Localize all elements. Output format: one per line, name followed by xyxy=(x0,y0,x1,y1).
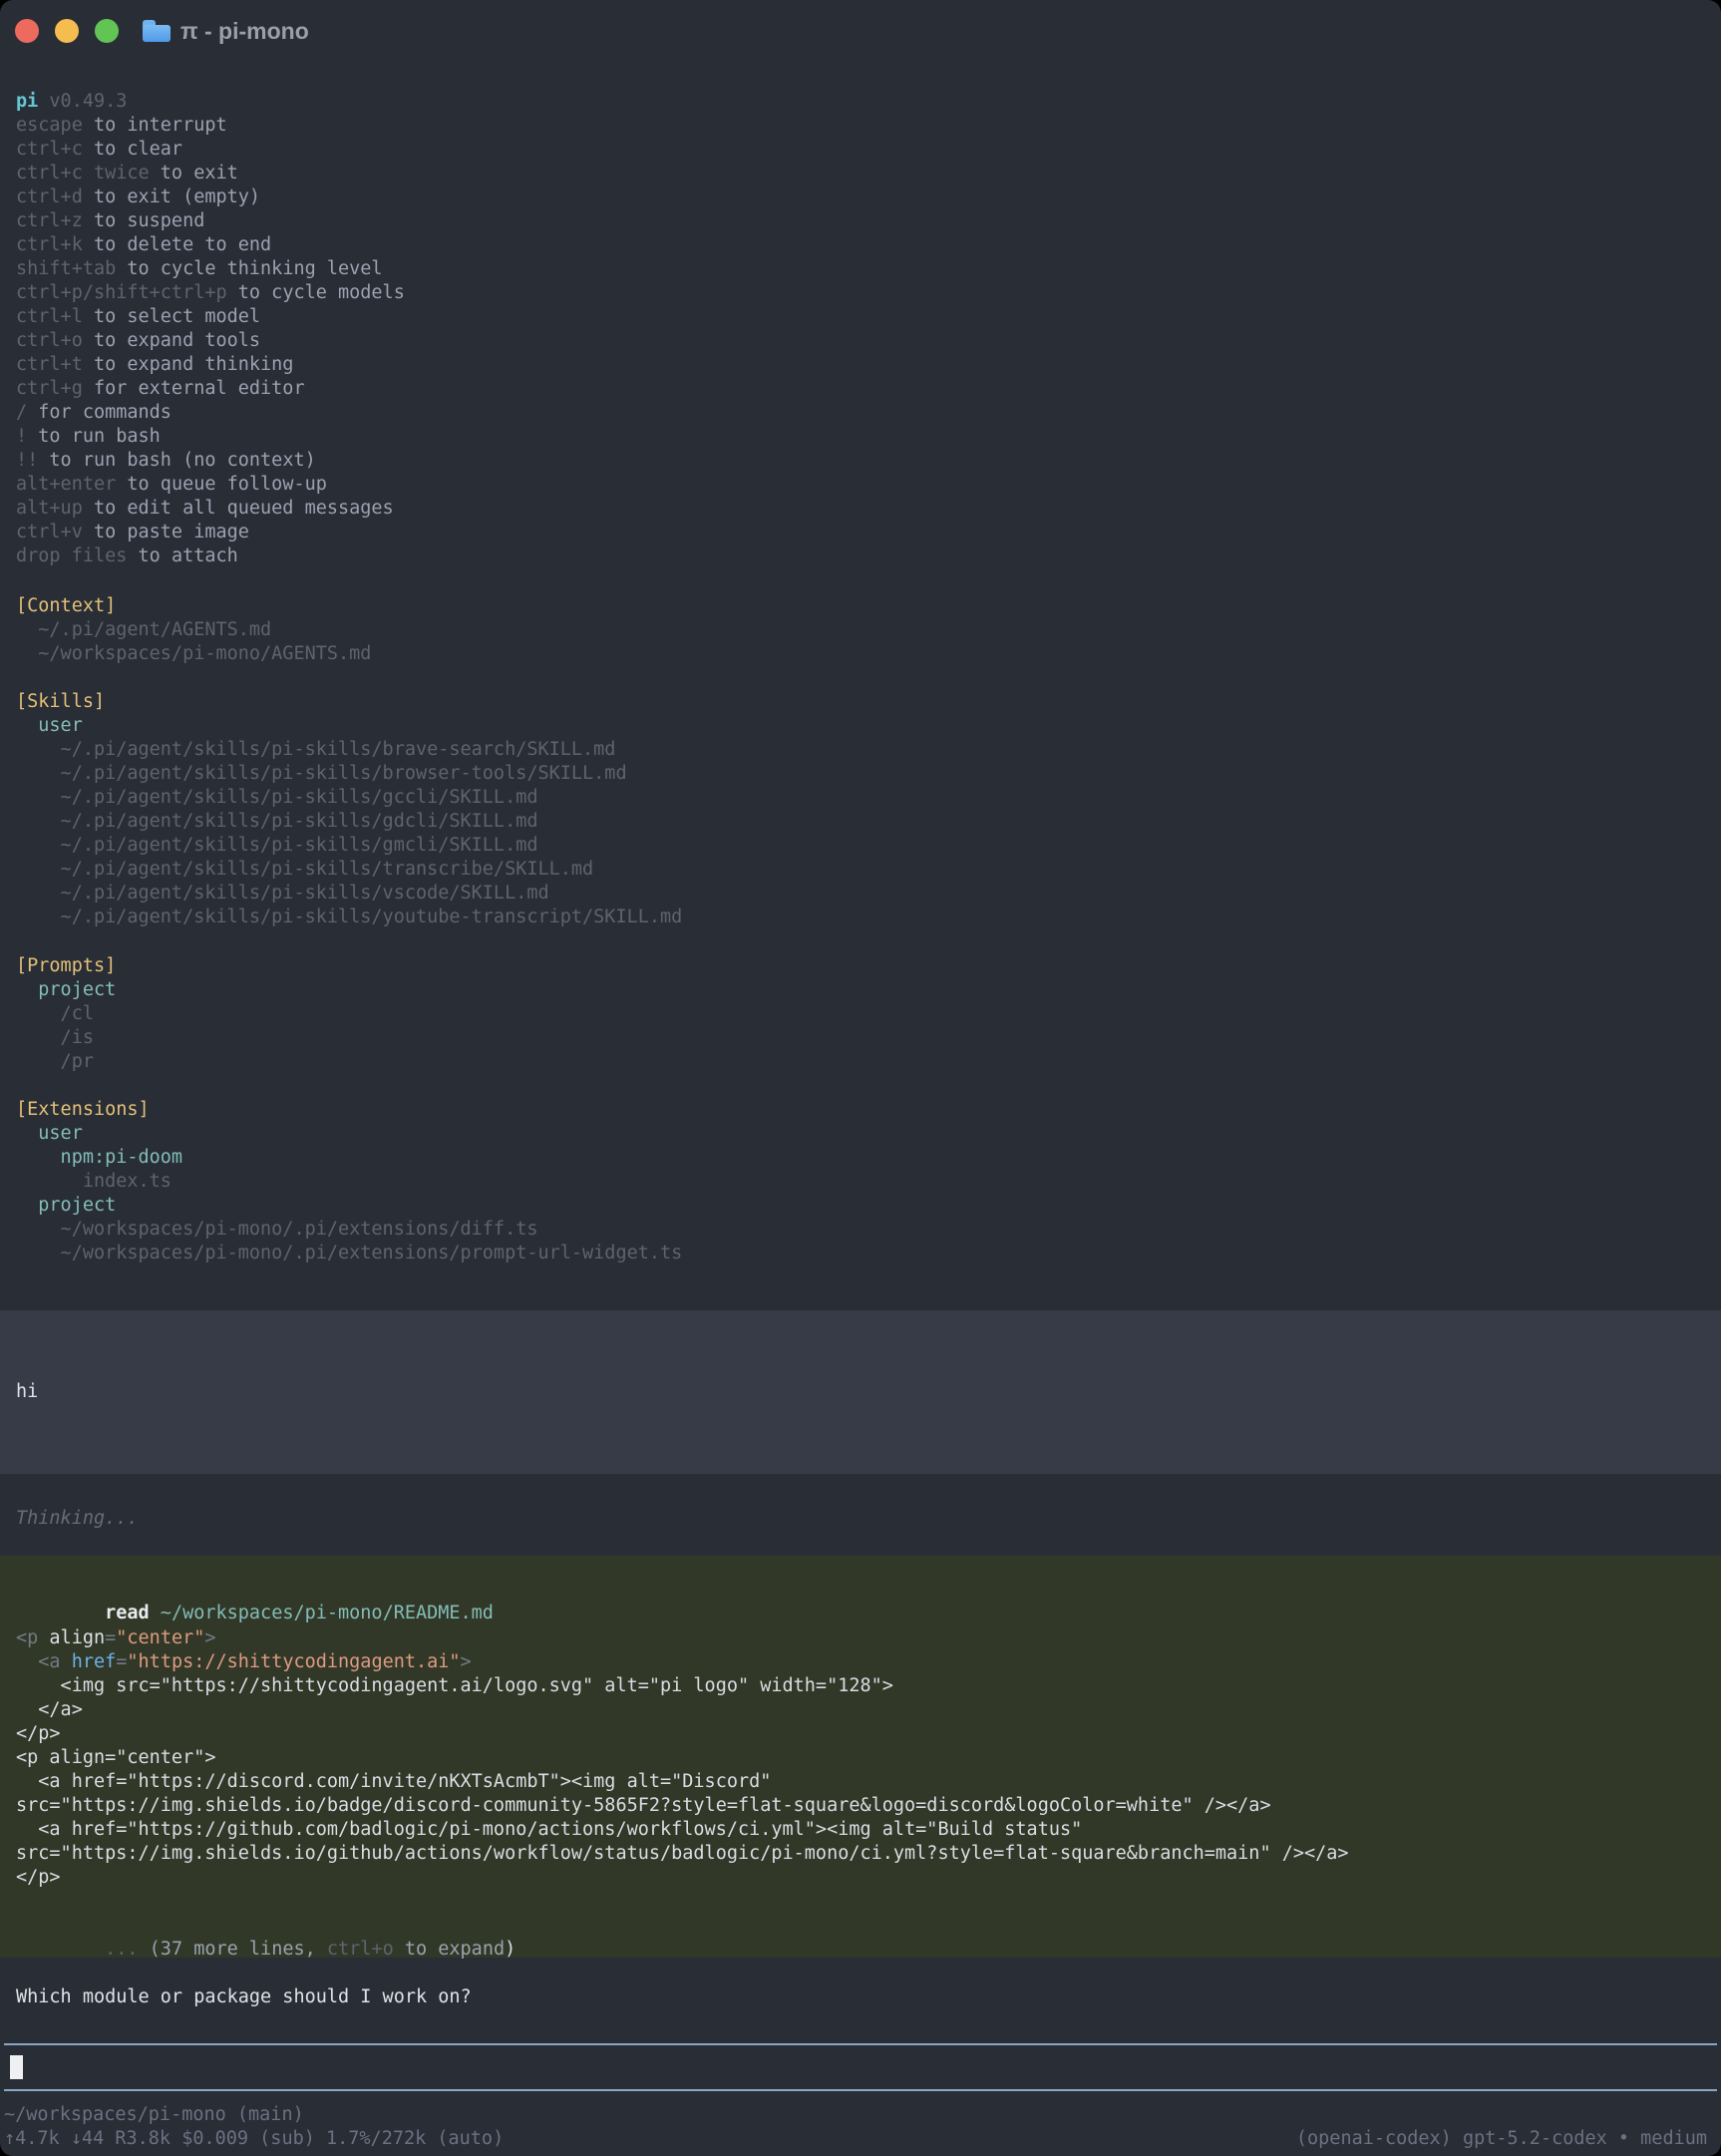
code-line: src="https://img.shields.io/badge/discor… xyxy=(16,1794,1705,1818)
skill-line: ~/.pi/agent/skills/pi-skills/gccli/SKILL… xyxy=(16,786,1705,810)
user-message-text: hi xyxy=(16,1380,1705,1404)
code-line: <img src="https://shittycodingagent.ai/l… xyxy=(16,1674,1705,1698)
banner-line: !! to run bash (no context) xyxy=(16,449,1705,473)
expand-hint-segments: ... (37 more lines, ctrl+o to expand) xyxy=(105,1939,516,1960)
startup-banner: pi v0.49.3escape to interruptctrl+c to c… xyxy=(0,90,1721,568)
skill-line: ~/.pi/agent/skills/pi-skills/transcribe/… xyxy=(16,858,1705,882)
zoom-button[interactable] xyxy=(95,19,119,43)
model-indicator: (openai-codex) gpt-5.2-codex • medium xyxy=(1296,2127,1707,2151)
statusbar: ~/workspaces/pi-mono (main) ↑4.7k ↓44 R3… xyxy=(0,2103,1721,2151)
code-line: </p> xyxy=(16,1722,1705,1746)
banner-line: alt+enter to queue follow-up xyxy=(16,473,1705,497)
expand-hint: ... (37 more lines, ctrl+o to expand) xyxy=(16,1914,1705,1938)
code-line: <a href="https://shittycodingagent.ai"> xyxy=(16,1650,1705,1674)
skills-section: [Skills] user ~/.pi/agent/skills/pi-skil… xyxy=(0,690,1721,929)
skill-line: ~/.pi/agent/skills/pi-skills/browser-too… xyxy=(16,762,1705,786)
banner-line: ctrl+l to select model xyxy=(16,305,1705,329)
prompt-line: [Prompts] xyxy=(16,954,1705,978)
extension-line: [Extensions] xyxy=(16,1098,1705,1122)
skill-line: ~/.pi/agent/skills/pi-skills/brave-searc… xyxy=(16,738,1705,762)
code-line: <p align="center"> xyxy=(16,1626,1705,1650)
titlebar[interactable]: π - pi-mono xyxy=(0,0,1721,62)
prompts-section: [Prompts] project /cl /is /pr xyxy=(0,954,1721,1074)
code-line: </p> xyxy=(16,1866,1705,1890)
banner-line: ctrl+t to expand thinking xyxy=(16,353,1705,377)
tool-header: read ~/workspaces/pi-mono/README.md xyxy=(16,1578,1705,1602)
banner-line: ctrl+o to expand tools xyxy=(16,329,1705,353)
thinking-indicator: Thinking... xyxy=(0,1507,1721,1531)
folder-icon xyxy=(143,20,171,42)
extension-line: user xyxy=(16,1122,1705,1146)
banner-line: ! to run bash xyxy=(16,425,1705,449)
context-section: [Context] ~/.pi/agent/AGENTS.md ~/worksp… xyxy=(0,594,1721,666)
skill-line: ~/.pi/agent/skills/pi-skills/gdcli/SKILL… xyxy=(16,810,1705,834)
user-message: hi xyxy=(0,1310,1721,1474)
extension-line: ~/workspaces/pi-mono/.pi/extensions/prom… xyxy=(16,1242,1705,1265)
banner-line: pi v0.49.3 xyxy=(16,90,1705,114)
minimize-button[interactable] xyxy=(55,19,79,43)
token-usage-stats: ↑4.7k ↓44 R3.8k $0.009 (sub) 1.7%/272k (… xyxy=(4,2127,504,2151)
prompt-line: /cl xyxy=(16,1002,1705,1026)
banner-line: ctrl+c to clear xyxy=(16,138,1705,162)
terminal-window: π - pi-mono pi v0.49.3escape to interrup… xyxy=(0,0,1721,2156)
code-line: <a href="https://discord.com/invite/nKXT… xyxy=(16,1770,1705,1794)
prompt-line: /pr xyxy=(16,1050,1705,1074)
extensions-section: [Extensions] user npm:pi-doom index.ts p… xyxy=(0,1098,1721,1265)
terminal-content: pi v0.49.3escape to interruptctrl+c to c… xyxy=(0,90,1721,2151)
banner-line: ctrl+k to delete to end xyxy=(16,233,1705,257)
banner-line: ctrl+z to suspend xyxy=(16,209,1705,233)
code-line: <a href="https://github.com/badlogic/pi-… xyxy=(16,1818,1705,1842)
skill-line: user xyxy=(16,714,1705,738)
context-line: [Context] xyxy=(16,594,1705,618)
banner-line: ctrl+v to paste image xyxy=(16,521,1705,544)
banner-line: drop files to attach xyxy=(16,544,1705,568)
window-title: π - pi-mono xyxy=(180,18,309,45)
code-line: src="https://img.shields.io/github/actio… xyxy=(16,1842,1705,1866)
text-cursor xyxy=(10,2055,23,2079)
extension-line: index.ts xyxy=(16,1170,1705,1194)
banner-line: alt+up to edit all queued messages xyxy=(16,497,1705,521)
prompt-line: /is xyxy=(16,1026,1705,1050)
extension-line: project xyxy=(16,1194,1705,1218)
banner-line: ctrl+g for external editor xyxy=(16,377,1705,401)
skill-line: ~/.pi/agent/skills/pi-skills/youtube-tra… xyxy=(16,905,1705,929)
tool-output-read: read ~/workspaces/pi-mono/README.md <p a… xyxy=(0,1556,1721,1958)
code-line: </a> xyxy=(16,1698,1705,1722)
skill-line: ~/.pi/agent/skills/pi-skills/gmcli/SKILL… xyxy=(16,834,1705,858)
context-line: ~/workspaces/pi-mono/AGENTS.md xyxy=(16,642,1705,666)
banner-line: ctrl+p/shift+ctrl+p to cycle models xyxy=(16,281,1705,305)
message-input[interactable] xyxy=(4,2043,1717,2091)
assistant-message: Which module or package should I work on… xyxy=(0,1985,1721,2009)
banner-line: ctrl+c twice to exit xyxy=(16,162,1705,185)
code-line: <p align="center"> xyxy=(16,1746,1705,1770)
skill-line: [Skills] xyxy=(16,690,1705,714)
skill-line: ~/.pi/agent/skills/pi-skills/vscode/SKIL… xyxy=(16,882,1705,905)
banner-line: / for commands xyxy=(16,401,1705,425)
extension-line: npm:pi-doom xyxy=(16,1146,1705,1170)
banner-line: shift+tab to cycle thinking level xyxy=(16,257,1705,281)
window-controls xyxy=(15,19,119,43)
banner-line: ctrl+d to exit (empty) xyxy=(16,185,1705,209)
extension-line: ~/workspaces/pi-mono/.pi/extensions/diff… xyxy=(16,1218,1705,1242)
tool-header-segments: read ~/workspaces/pi-mono/README.md xyxy=(105,1603,494,1623)
close-button[interactable] xyxy=(15,19,39,43)
context-line: ~/.pi/agent/AGENTS.md xyxy=(16,618,1705,642)
prompt-line: project xyxy=(16,978,1705,1002)
tool-code-block: <p align="center"> <a href="https://shit… xyxy=(16,1626,1705,1890)
cwd-branch: ~/workspaces/pi-mono (main) xyxy=(4,2103,1707,2127)
banner-line: escape to interrupt xyxy=(16,114,1705,138)
